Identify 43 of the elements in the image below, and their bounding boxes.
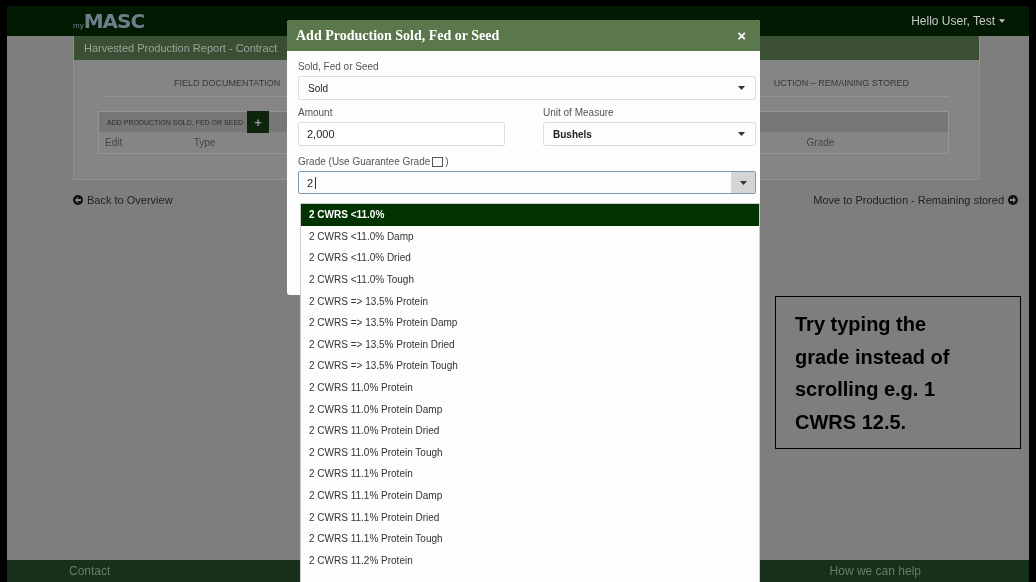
input-field[interactable]: 2,000	[298, 122, 505, 146]
column-header: Type	[193, 137, 217, 148]
dropdown-option[interactable]: 2 CWRS => 13.5% Protein	[301, 290, 759, 312]
dropdown-option[interactable]: 2 CWRS => 13.5% Protein Dried	[301, 333, 759, 356]
dropdown-option[interactable]: 2 CWRS <11.0%	[301, 204, 759, 226]
field-label: Unit of Measure	[543, 107, 615, 118]
footer-heading: Contact	[69, 565, 111, 577]
tip-note: Try typing the grade instead of scrolling e.g. 1 CWRS 12.5.	[775, 296, 1021, 449]
dropdown-option[interactable]: 2 CWRS <11.0% Tough	[301, 268, 759, 291]
field-label: Amount	[298, 107, 334, 118]
checkbox[interactable]	[432, 156, 444, 167]
dropdown-option[interactable]: 2 CWRS 11.1% Protein Dried	[301, 506, 759, 528]
dropdown-button[interactable]	[731, 172, 755, 193]
column-header: Grade	[806, 137, 836, 148]
column-header: Edit	[104, 137, 124, 148]
dropdown-option[interactable]: 2 CWRS 11.1% Protein Tough	[301, 527, 759, 550]
dropdown-option[interactable]: 2 CWRS => 13.5% Protein Tough	[301, 355, 759, 377]
dropdown-option[interactable]: 2 CWRS => 13.5% Protein Damp	[301, 311, 759, 334]
footer-heading: How we can help	[829, 565, 921, 577]
next-link[interactable]: Move to Production - Remaining stored	[813, 194, 1018, 206]
caret-icon	[738, 86, 745, 90]
caret-icon	[999, 19, 1005, 23]
dropdown-option[interactable]: 2 CWRS 11.0% Protein Tough	[301, 441, 759, 464]
select-field[interactable]: Bushels	[543, 122, 756, 146]
dropdown-option[interactable]: 2 CWRS <11.0% Dried	[301, 247, 759, 269]
field-label: Grade (Use Guarantee Grade	[298, 156, 431, 167]
dropdown-option[interactable]: 2 CWRS 11.1% Protein Damp	[301, 484, 759, 507]
combobox-field[interactable]: 2	[298, 171, 756, 194]
dropdown-option[interactable]: 2 CWRS <11.0% Damp	[301, 225, 759, 248]
dropdown-option[interactable]: 2 CWRS 11.0% Protein Damp	[301, 398, 759, 420]
select-field[interactable]: Sold	[298, 76, 756, 100]
field-label: )	[445, 156, 449, 167]
dropdown-option[interactable]: 2 CWRS 11.1% Protein	[301, 463, 759, 485]
field-label: Sold, Fed or Seed	[298, 61, 380, 72]
user-menu[interactable]: Hello User, Test	[911, 14, 1005, 28]
circle-arrow-icon	[73, 195, 83, 205]
circle-arrow-icon	[1008, 195, 1018, 205]
logo: myMASC	[73, 9, 145, 33]
dropdown-option[interactable]: 2 CWRS 11.0% Protein Dried	[301, 419, 759, 442]
dropdown-option[interactable]: 2 CWRS 11.0% Protein	[301, 376, 759, 399]
add-button[interactable]: +	[247, 111, 270, 133]
back-link[interactable]: Back to Overview	[73, 194, 173, 206]
dropdown-option[interactable]: 2 CWRS 11.2% Protein	[301, 549, 759, 572]
